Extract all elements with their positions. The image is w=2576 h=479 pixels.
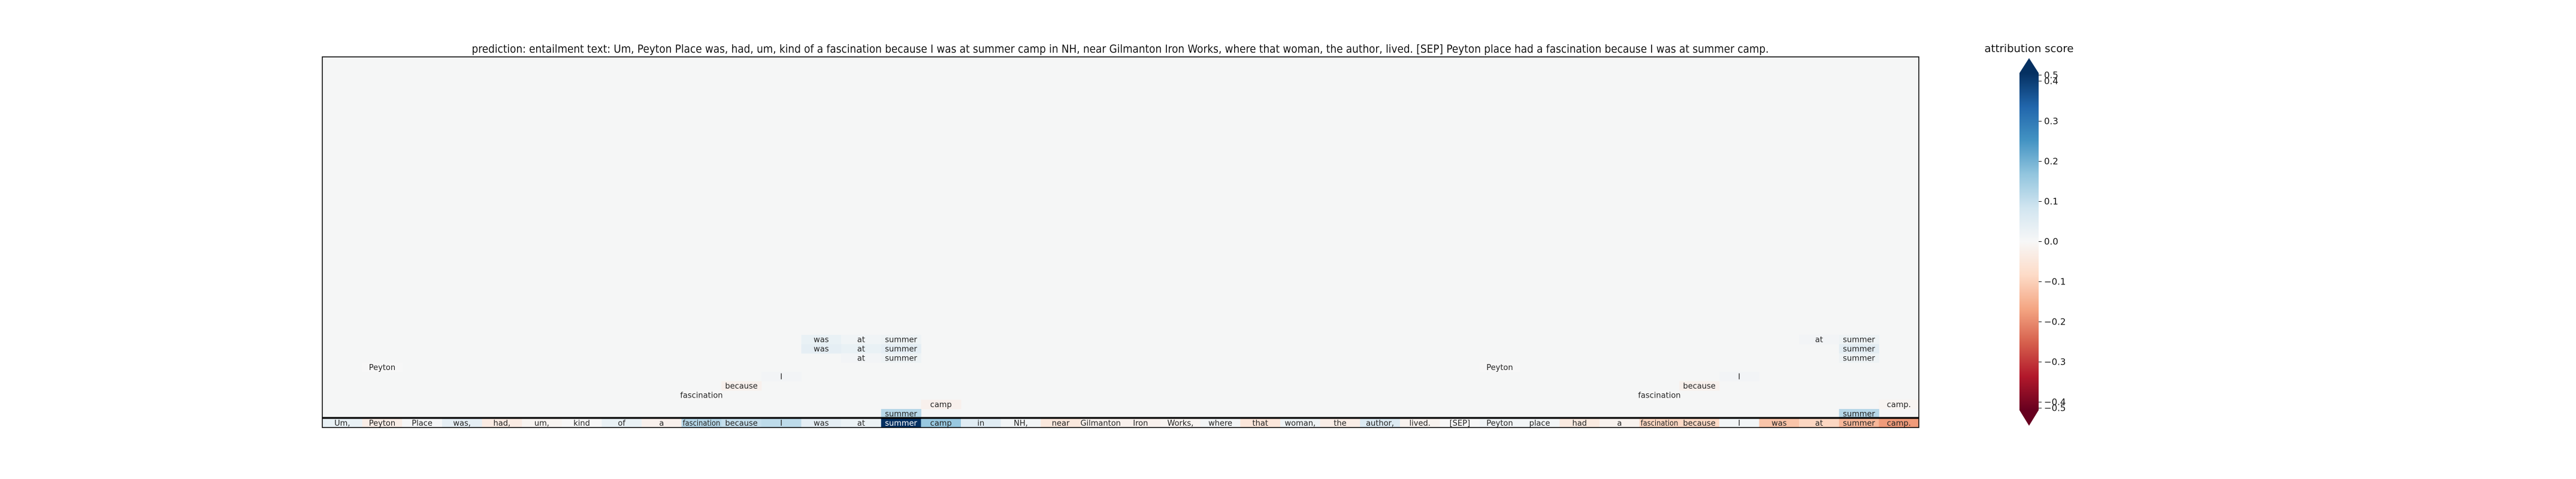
token-label: woman, (1285, 419, 1316, 428)
token-label: had (1572, 419, 1586, 428)
token-label: fascination (683, 419, 721, 428)
token-label: that (1252, 419, 1268, 428)
token-label: Place (412, 419, 433, 428)
token-label: a (1617, 419, 1622, 428)
colorbar-tick-label: 0.2 (2044, 156, 2058, 166)
attribution-label: because (1683, 382, 1715, 391)
heatmap-background (322, 57, 1919, 428)
token-label: um, (534, 419, 549, 428)
colorbar-tick-label: −0.1 (2044, 277, 2066, 287)
token-label: fascination (1641, 419, 1679, 428)
token-label: near (1052, 419, 1070, 428)
attribution-label: summer (885, 345, 917, 354)
attribution-label: was (814, 335, 829, 344)
token-label: Works, (1168, 419, 1194, 428)
token-label: Um, (334, 419, 350, 428)
attribution-label: camp. (1887, 401, 1911, 410)
token-label: [SEP] (1450, 419, 1470, 428)
token-label: at (857, 419, 865, 428)
token-label: because (1683, 419, 1715, 428)
attribution-label: at (857, 335, 865, 344)
attribution-label: Peyton (369, 363, 395, 372)
colorbar-tick-label: −0.5 (2044, 403, 2066, 414)
colorbar-gradient (2019, 73, 2039, 410)
token-label: where (1208, 419, 1232, 428)
token-label: a (659, 419, 664, 428)
token-label: camp. (1887, 419, 1911, 428)
token-label: had, (494, 419, 511, 428)
colorbar: attribution score 0.50.40.30.20.10.0−0.1… (1985, 43, 2074, 426)
colorbar-extend-min-arrow (2019, 410, 2039, 426)
attribution-label: Peyton (1486, 363, 1513, 372)
colorbar-tick-label: 0.1 (2044, 196, 2058, 207)
heatmap-cells: was at summer at summerwas at summer summerat su… (322, 57, 1919, 428)
colorbar-tick-label: 0.4 (2044, 75, 2058, 86)
token-label: place (1529, 419, 1550, 428)
colorbar-extend-max-arrow (2019, 58, 2039, 73)
attribution-label: summer (1843, 354, 1875, 363)
token-label: Iron (1133, 419, 1148, 428)
token-label: lived. (1410, 419, 1431, 428)
attribution-label: at (1815, 335, 1823, 344)
token-label: camp (930, 419, 952, 428)
token-label: kind (573, 419, 590, 428)
chart-title: prediction: entailment text: Um, Peyton … (472, 43, 1769, 56)
attribution-label: fascination (1638, 391, 1680, 400)
colorbar-tick-label: 0.0 (2044, 237, 2058, 247)
attribution-label: because (725, 382, 757, 391)
token-label: summer (1843, 419, 1875, 428)
attribution-heatmap-figure: prediction: entailment text: Um, Peyton … (322, 43, 2074, 428)
token-label: in (977, 419, 984, 428)
attribution-label: camp (930, 401, 952, 410)
colorbar-tick-label: −0.2 (2044, 317, 2066, 328)
colorbar-label: attribution score (1985, 43, 2074, 55)
attribution-label: I (780, 372, 782, 381)
token-label: was (1771, 419, 1787, 428)
attribution-label: fascination (680, 391, 722, 400)
token-label: Peyton (369, 419, 395, 428)
attribution-label: at (857, 354, 865, 363)
attribution-label: summer (1843, 335, 1875, 344)
attribution-label: I (1738, 372, 1740, 381)
attribution-label: was (814, 345, 829, 354)
attribution-label: at (857, 345, 865, 354)
token-label: NH, (1014, 419, 1028, 428)
token-label: was (814, 419, 829, 428)
token-label: the (1334, 419, 1346, 428)
token-label: Peyton (1486, 419, 1513, 428)
token-label: I (1738, 419, 1740, 428)
attribution-label: summer (885, 354, 917, 363)
token-label: I (780, 419, 782, 428)
token-label: at (1815, 419, 1823, 428)
token-label: summer (885, 419, 917, 428)
colorbar-tick-label: −0.3 (2044, 357, 2066, 368)
token-label: because (725, 419, 757, 428)
token-label: was, (453, 419, 471, 428)
colorbar-tick-label: 0.3 (2044, 116, 2058, 126)
token-label: of (618, 419, 625, 428)
attribution-label: summer (1843, 345, 1875, 354)
attribution-label: summer (885, 335, 917, 344)
token-label: Gilmanton (1080, 419, 1120, 428)
token-label: author, (1366, 419, 1394, 428)
